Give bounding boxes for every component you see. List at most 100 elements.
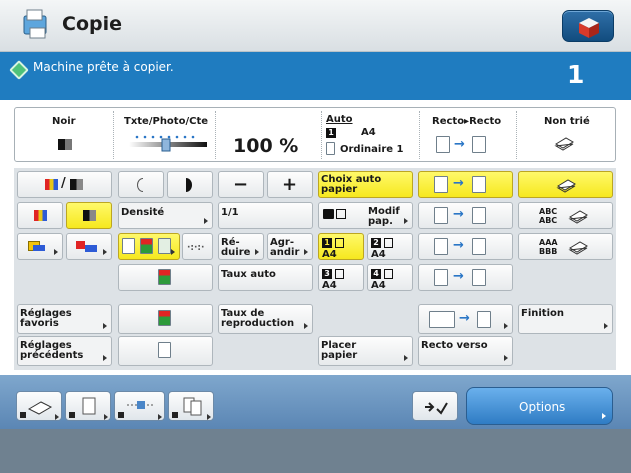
frame-icon bbox=[118, 401, 162, 420]
collate-abc-2: ABC bbox=[539, 216, 558, 225]
reproduction-ratio-button[interactable]: Taux de reproduction bbox=[218, 304, 313, 334]
expand-arrow-icon bbox=[204, 218, 208, 224]
book-to-duplex-button[interactable]: → bbox=[418, 304, 513, 334]
summary-paper-type: Ordinaire 1 bbox=[340, 144, 404, 155]
black-swatch-icon bbox=[70, 179, 83, 190]
options-label: Options bbox=[519, 400, 566, 414]
summary-finish: Non trié bbox=[544, 116, 590, 127]
ratio-plus-button[interactable]: + bbox=[267, 171, 313, 198]
collate-abc-1: ABC bbox=[539, 207, 558, 216]
options-button[interactable]: Options bbox=[466, 387, 613, 425]
arrow-right-icon: → bbox=[453, 269, 464, 284]
arrow-right-icon: → bbox=[453, 207, 464, 222]
paper-lines-icon bbox=[335, 238, 344, 248]
place-paper-button[interactable]: Placer papier bbox=[318, 336, 413, 366]
dots-icon: ·:·:· bbox=[187, 243, 205, 253]
density-label: Densité bbox=[121, 207, 165, 218]
density-darker-button[interactable] bbox=[167, 171, 213, 198]
two-color-button[interactable] bbox=[66, 233, 112, 260]
tray-1-button[interactable]: 1 A4 bbox=[318, 233, 364, 260]
settings-summary bbox=[14, 107, 616, 162]
previous-settings-button[interactable]: Réglages précédents bbox=[17, 336, 112, 366]
tray-3-size: A4 bbox=[322, 280, 337, 291]
double-page-icon bbox=[472, 238, 486, 255]
duplex-to-simplex-button[interactable]: → bbox=[418, 264, 513, 291]
duplex-shortcut-button[interactable] bbox=[65, 391, 111, 421]
auto-paper-button[interactable]: Choix auto papier bbox=[318, 171, 413, 198]
single-page-icon bbox=[434, 207, 448, 224]
paper-type-shortcut-button[interactable] bbox=[16, 391, 62, 421]
photo-mode-button[interactable] bbox=[118, 264, 213, 291]
tray-3-button[interactable]: 3 A4 bbox=[318, 264, 364, 291]
text-mode-button[interactable] bbox=[118, 336, 213, 366]
tray-4-size: A4 bbox=[371, 280, 386, 291]
finishing-button[interactable]: Finition bbox=[518, 304, 613, 334]
tray-3-number: 3 bbox=[322, 269, 332, 279]
group-button[interactable]: AAA BBB bbox=[518, 233, 613, 260]
black-swatch-icon bbox=[83, 210, 96, 221]
group-aaa: AAA bbox=[539, 238, 558, 247]
ratio-1-1-label: 1/1 bbox=[221, 207, 239, 218]
single-color-button[interactable] bbox=[17, 233, 63, 260]
light-half-icon bbox=[137, 178, 143, 192]
collate-button[interactable]: ABC ABC bbox=[518, 202, 613, 229]
plus-label: + bbox=[282, 174, 298, 195]
expand-arrow-icon bbox=[404, 218, 408, 224]
text-photo-mode-button[interactable] bbox=[118, 233, 180, 260]
dark-half-icon bbox=[186, 178, 192, 192]
density-lighter-button[interactable] bbox=[118, 171, 164, 198]
reduce-label: Ré- duire bbox=[221, 237, 251, 258]
black-white-button[interactable] bbox=[66, 202, 112, 229]
expand-arrow-icon bbox=[604, 323, 608, 329]
duplex-label: Recto verso bbox=[421, 340, 488, 351]
printed-image-button[interactable] bbox=[118, 304, 213, 334]
density-button[interactable]: Densité bbox=[118, 202, 213, 229]
modify-paper-button[interactable]: Modif pap. bbox=[318, 202, 413, 229]
color-select-button[interactable]: / bbox=[17, 171, 112, 198]
favorite-settings-button[interactable]: Réglages favoris bbox=[17, 304, 112, 334]
summary-color-mode: Noir bbox=[52, 116, 76, 127]
single-page-icon bbox=[472, 176, 486, 193]
slash-icon: / bbox=[61, 176, 66, 191]
reduce-button[interactable]: Ré- duire bbox=[218, 233, 264, 260]
expand-arrow-icon bbox=[602, 413, 606, 419]
footer bbox=[0, 429, 631, 473]
folded-page-icon bbox=[69, 397, 108, 420]
previous-settings-label: Réglages précédents bbox=[20, 340, 84, 361]
photo-doc-icon bbox=[140, 238, 153, 254]
app-menu-button[interactable] bbox=[562, 10, 614, 42]
enlarge-label: Agr- andir bbox=[270, 237, 300, 258]
page-title: Copie bbox=[62, 13, 122, 35]
full-color-button[interactable] bbox=[17, 202, 63, 229]
erase-frame-shortcut-button[interactable] bbox=[114, 391, 165, 421]
color-swatch-icon bbox=[34, 210, 47, 221]
enlarge-button[interactable]: Agr- andir bbox=[267, 233, 313, 260]
tray-badge: 1 bbox=[326, 128, 336, 138]
duplex-to-duplex-button[interactable]: → bbox=[418, 233, 513, 260]
simplex-to-simplex-button[interactable]: → bbox=[418, 171, 513, 198]
density-adjust-button[interactable]: ·:·:· bbox=[182, 233, 213, 260]
text-doc-icon bbox=[122, 238, 135, 254]
no-sort-button[interactable] bbox=[518, 171, 613, 198]
minus-label: − bbox=[233, 174, 249, 195]
double-page-icon bbox=[434, 238, 448, 255]
duplex-button[interactable]: Recto verso bbox=[418, 336, 513, 366]
single-page-icon bbox=[434, 176, 448, 193]
copy-doc-icon bbox=[472, 136, 486, 153]
arrow-right-icon: → bbox=[453, 176, 464, 191]
copy-app-icon bbox=[23, 9, 47, 39]
ratio-minus-button[interactable]: − bbox=[218, 171, 264, 198]
ratio-1-1-button[interactable]: 1/1 bbox=[218, 202, 313, 229]
reproduction-ratio-label: Taux de reproduction bbox=[221, 308, 295, 329]
booklet-shortcut-button[interactable] bbox=[168, 391, 214, 421]
auto-ratio-button[interactable]: Taux auto bbox=[218, 264, 313, 291]
single-color-icon-layer bbox=[33, 245, 45, 251]
simplex-to-duplex-button[interactable]: → bbox=[418, 202, 513, 229]
copy-count[interactable]: 1 bbox=[567, 60, 584, 89]
arrow-right-icon: → bbox=[459, 311, 470, 326]
auto-paper-label: Choix auto papier bbox=[321, 174, 382, 195]
interrupt-button[interactable] bbox=[412, 391, 458, 421]
tray-2-button[interactable]: 2 A4 bbox=[367, 233, 413, 260]
tray-4-button[interactable]: 4 A4 bbox=[367, 264, 413, 291]
stack-icon bbox=[568, 210, 588, 224]
